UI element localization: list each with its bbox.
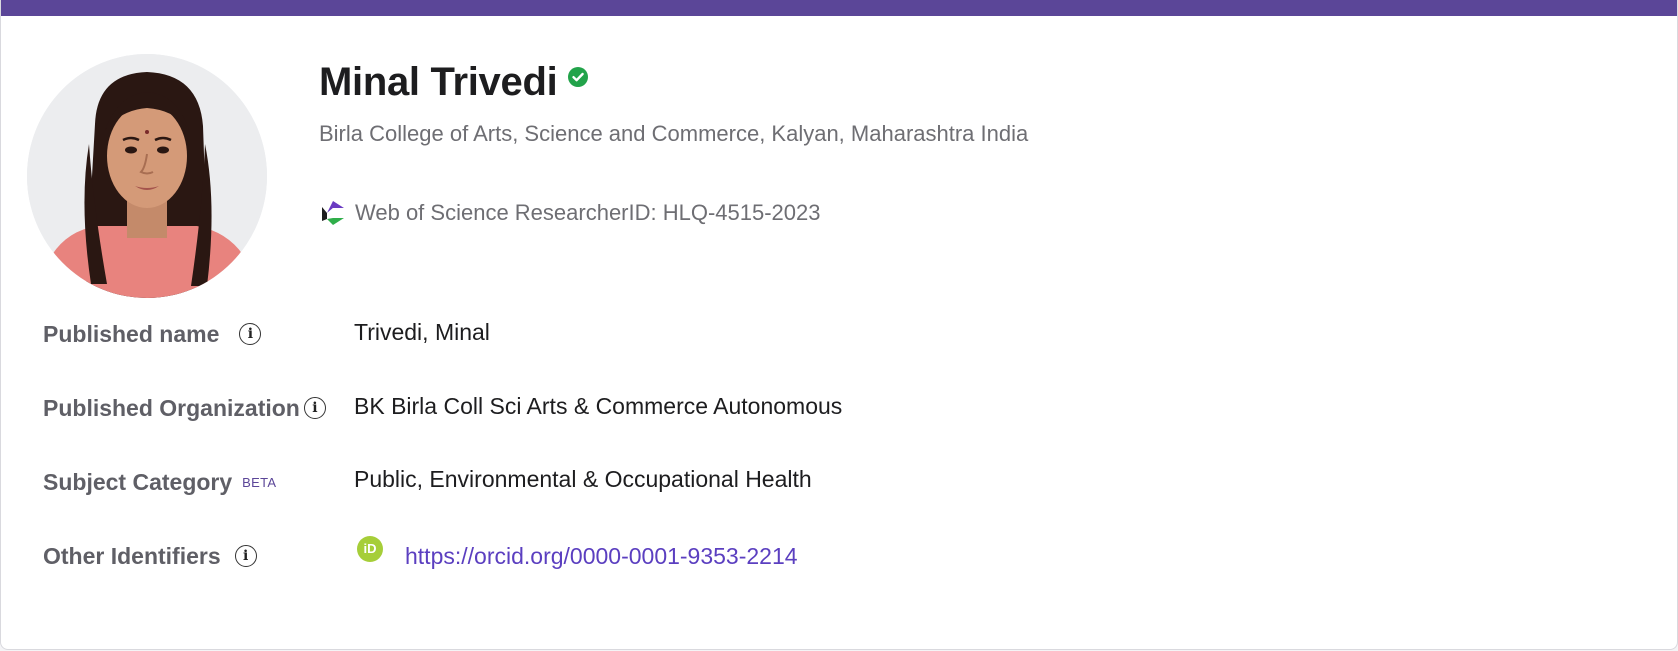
researcher-id-row: Web of Science ResearcherID: HLQ-4515-20… (319, 199, 821, 227)
beta-badge: BETA (242, 475, 277, 490)
verified-check-icon (568, 67, 589, 87)
published-org-label: Published Organization (43, 395, 300, 421)
brand-top-bar (1, 0, 1677, 16)
researcher-name: Minal Trivedi (319, 60, 558, 104)
web-of-science-icon (322, 201, 344, 225)
avatar (27, 54, 267, 298)
other-identifiers-label: Other Identifiers (43, 543, 221, 569)
published-name-label-row: Published name i (43, 319, 262, 349)
orcid-icon: iD (357, 536, 383, 562)
subject-category-label-row: Subject Category BETA (43, 466, 276, 498)
published-org-label-row: Published Organization i (43, 393, 326, 423)
published-org-value: BK Birla Coll Sci Arts & Commerce Autono… (354, 393, 843, 419)
published-name-value: Trivedi, Minal (354, 319, 490, 345)
info-icon[interactable]: i (239, 323, 262, 345)
published-name-label: Published name (43, 321, 220, 347)
name-row: Minal Trivedi (319, 56, 589, 108)
affiliation: Birla College of Arts, Science and Comme… (319, 121, 1029, 146)
profile-card: Minal Trivedi Birla College of Arts, Sci… (0, 0, 1678, 650)
other-identifiers-label-row: Other Identifiers i (43, 541, 257, 571)
orcid-link[interactable]: https://orcid.org/0000-0001-9353-2214 (405, 541, 798, 571)
info-icon[interactable]: i (303, 397, 326, 419)
researcher-id-text: Web of Science ResearcherID: HLQ-4515-20… (355, 200, 821, 225)
info-icon[interactable]: i (234, 545, 257, 567)
subject-category-label: Subject Category (43, 469, 233, 495)
orcid-row: iD https://orcid.org/0000-0001-9353-2214 (357, 536, 798, 571)
subject-category-value: Public, Environmental & Occupational Hea… (354, 466, 812, 492)
